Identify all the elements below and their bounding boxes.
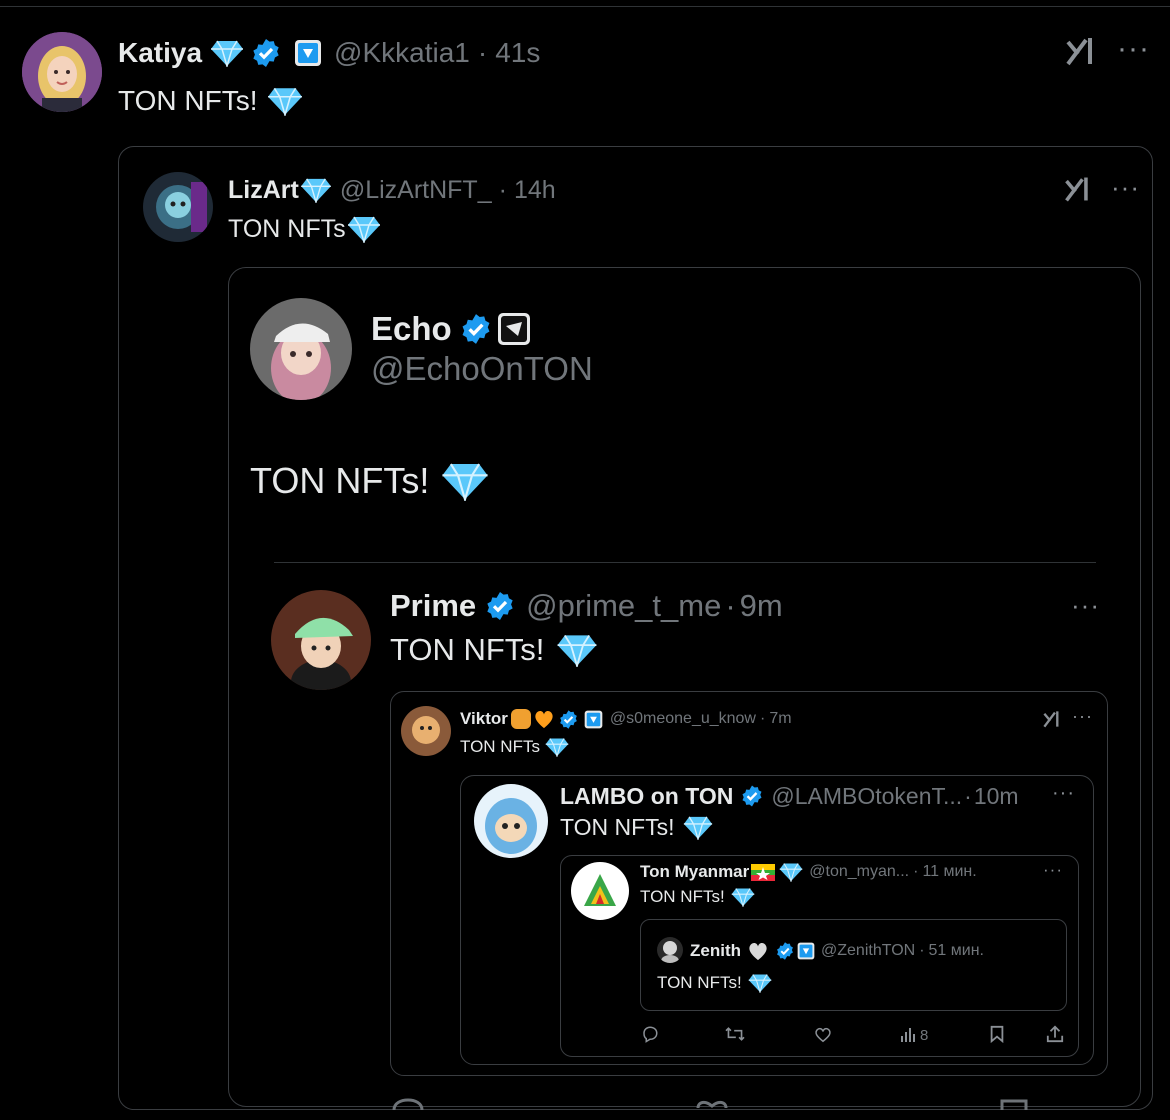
zenith-handle[interactable]: @ZenithTON — [821, 942, 915, 960]
echo-name[interactable]: Echo — [371, 310, 452, 348]
divider — [274, 562, 1096, 563]
diamond-icon — [442, 463, 488, 501]
prime-avatar[interactable] — [271, 590, 371, 690]
tiger-icon — [510, 709, 531, 729]
more-options-icon[interactable]: ··· — [1052, 782, 1075, 805]
diamond-icon — [268, 87, 303, 116]
viktor-name[interactable]: Viktor — [460, 709, 508, 729]
orange-heart-icon — [535, 711, 553, 729]
affiliate-badge-icon[interactable] — [294, 39, 322, 67]
separator-dot: · — [964, 782, 972, 809]
white-heart-icon — [749, 943, 767, 961]
lambo-avatar[interactable] — [474, 784, 548, 858]
lizart-timestamp[interactable]: 14h — [514, 176, 556, 205]
echo-tweet-text: TON NFTs! — [250, 460, 430, 501]
diamond-icon — [211, 40, 244, 67]
diamond-icon — [545, 738, 569, 757]
myanmar-flag-icon — [751, 863, 776, 881]
views-count: 8 — [920, 1026, 929, 1044]
lizart-tweet-text: TON NFTs — [228, 214, 346, 243]
viktor-handle[interactable]: @s0meone_u_know — [610, 710, 756, 728]
affiliate-badge-icon[interactable] — [497, 312, 531, 346]
diamond-icon — [558, 634, 597, 667]
katiya-avatar[interactable] — [22, 32, 102, 112]
verified-badge-icon[interactable] — [558, 709, 579, 730]
affiliate-badge-icon[interactable] — [584, 710, 603, 729]
zenith-name[interactable]: Zenith — [690, 941, 741, 961]
reply-icon[interactable] — [391, 1098, 425, 1110]
quoted-tweet-zenith[interactable] — [640, 919, 1067, 1011]
lizart-handle[interactable]: @LizArtNFT_ — [340, 176, 492, 205]
lambo-timestamp[interactable]: 10m — [974, 783, 1019, 810]
prime-timestamp[interactable]: 9m — [740, 588, 783, 624]
verified-badge-icon[interactable] — [484, 590, 516, 622]
katiya-handle[interactable]: @Kkkatia1 — [334, 37, 470, 69]
top-divider — [0, 6, 1170, 7]
more-options-icon[interactable]: ··· — [1043, 860, 1063, 880]
zenith-avatar[interactable] — [657, 937, 683, 963]
prime-handle[interactable]: @prime_t_me — [526, 588, 721, 624]
verified-badge-icon[interactable] — [775, 941, 795, 961]
lizart-avatar[interactable] — [143, 172, 213, 242]
separator-dot: · — [725, 588, 736, 623]
more-options-icon[interactable]: ··· — [1111, 172, 1140, 203]
katiya-tweet-text: TON NFTs! — [118, 85, 258, 116]
lambo-name[interactable]: LAMBO on TON — [560, 783, 733, 810]
more-options-icon[interactable]: ··· — [1072, 706, 1093, 727]
diamond-icon — [347, 216, 380, 243]
grok-icon[interactable] — [1042, 709, 1062, 729]
affiliate-badge-icon[interactable] — [797, 942, 815, 960]
myanmar-name[interactable]: Ton Myanmar — [640, 862, 749, 882]
katiya-timestamp[interactable]: 41s — [495, 37, 540, 69]
like-icon[interactable] — [695, 1098, 729, 1110]
lambo-handle[interactable]: @LAMBOtokenT... — [771, 783, 962, 810]
lizart-name[interactable]: LizArt — [228, 176, 299, 205]
more-options-icon[interactable]: ··· — [1071, 590, 1100, 621]
separator-dot: · — [477, 37, 488, 68]
verified-badge-icon[interactable] — [740, 784, 764, 808]
echo-avatar[interactable] — [250, 298, 352, 400]
myanmar-handle[interactable]: @ton_myan... — [809, 863, 909, 881]
diamond-icon — [731, 888, 754, 907]
katiya-name[interactable]: Katiya — [118, 37, 202, 69]
grok-icon[interactable] — [1064, 34, 1098, 68]
viktor-timestamp[interactable]: 7m — [769, 710, 791, 728]
prime-tweet-text: TON NFTs! — [390, 632, 545, 667]
retweet-icon[interactable] — [724, 1025, 746, 1043]
zenith-timestamp[interactable]: 51 мин. — [929, 942, 984, 960]
verified-badge-icon[interactable] — [250, 37, 282, 69]
views-icon[interactable] — [900, 1027, 916, 1043]
viktor-avatar[interactable] — [401, 706, 451, 756]
zenith-tweet-text: TON NFTs! — [657, 973, 742, 992]
more-options-icon[interactable]: ··· — [1117, 32, 1150, 66]
myanmar-timestamp[interactable]: 11 мин. — [922, 863, 976, 881]
bookmark-icon[interactable] — [989, 1025, 1005, 1043]
like-icon[interactable] — [814, 1026, 832, 1043]
bookmark-icon[interactable] — [999, 1098, 1029, 1110]
grok-icon[interactable] — [1063, 174, 1093, 204]
prime-name[interactable]: Prime — [390, 588, 476, 624]
separator-dot: · — [759, 710, 766, 727]
separator-dot: · — [919, 942, 925, 959]
separator-dot: · — [498, 175, 507, 204]
share-icon[interactable] — [1046, 1025, 1064, 1043]
diamond-icon — [300, 178, 331, 203]
verified-badge-icon[interactable] — [459, 312, 493, 346]
myanmar-avatar[interactable] — [571, 862, 629, 920]
diamond-icon — [779, 863, 803, 882]
diamond-icon — [683, 816, 712, 840]
echo-handle[interactable]: @EchoOnTON — [371, 350, 593, 388]
myanmar-tweet-text: TON NFTs! — [640, 887, 725, 906]
separator-dot: · — [913, 863, 919, 880]
reply-icon[interactable] — [641, 1025, 659, 1043]
diamond-icon — [748, 974, 771, 993]
lambo-tweet-text: TON NFTs! — [560, 813, 675, 840]
viktor-tweet-text: TON NFTs — [460, 737, 540, 756]
